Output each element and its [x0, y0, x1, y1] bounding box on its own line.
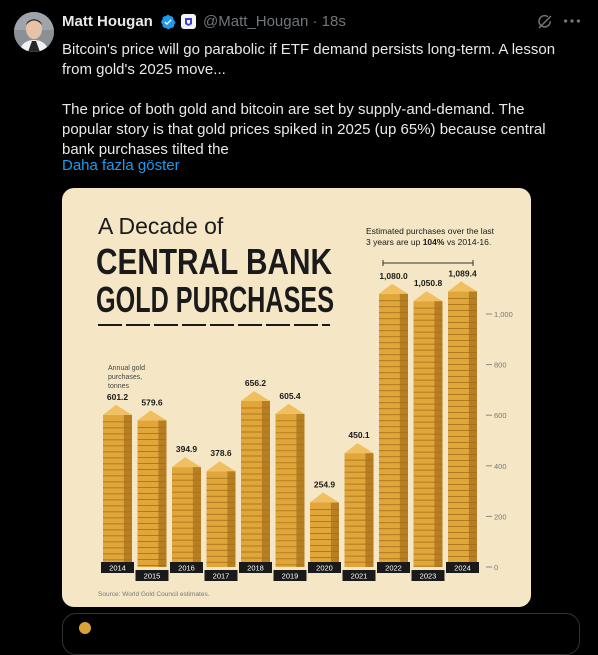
bar-top — [241, 390, 270, 401]
year-label: 2022 — [385, 564, 402, 573]
affiliate-badge-icon[interactable] — [181, 14, 196, 29]
last-three-years-bracket — [382, 260, 474, 266]
bar-2015: 579.6 2015 — [135, 397, 169, 581]
bar-2022: 1,080.0 2022 — [377, 271, 410, 573]
bar-value-label: 378.6 — [210, 448, 232, 458]
bar-top — [310, 492, 339, 503]
year-label: 2016 — [178, 564, 195, 573]
time-separator: · — [312, 13, 318, 30]
note-line1: Estimated purchases over the last — [366, 226, 495, 236]
bar-2017: 378.6 2017 — [204, 448, 238, 581]
bar-2018: 656.2 2018 — [239, 378, 272, 573]
bar-2016: 394.9 2016 — [170, 444, 203, 573]
grok-icon[interactable] — [536, 13, 554, 31]
bar-value-label: 394.9 — [176, 444, 198, 454]
source-note: Source: World Gold Council estimates. — [98, 591, 210, 598]
unit-label-line2: purchases, — [108, 374, 142, 381]
avatar-image — [14, 12, 54, 52]
bar-shade — [468, 291, 477, 567]
unit-label-line3: tonnes — [108, 383, 130, 390]
gold-purchases-chart: A Decade of CENTRAL BANK GOLD PURCHASES … — [96, 213, 513, 598]
author-avatar[interactable] — [14, 12, 54, 52]
author-handle-and-time: @Matt_Hougan · 18s — [203, 13, 346, 30]
quoted-avatar — [79, 622, 91, 634]
bar-shade — [227, 471, 236, 567]
bar-top — [275, 403, 305, 414]
bar-shade — [296, 413, 305, 567]
tweet-text-line: from gold's 2025 move... — [62, 61, 226, 78]
tweet-text-line: The price of both gold and bitcoin are s… — [62, 101, 525, 118]
bar-2021: 450.1 2021 — [342, 430, 376, 581]
bar-top — [448, 281, 477, 292]
bar-value-label: 450.1 — [348, 430, 370, 440]
bar-top — [413, 291, 443, 302]
bar-value-label: 601.2 — [107, 392, 129, 402]
bar-value-label: 254.9 — [314, 480, 336, 490]
unit-label-line1: Annual gold — [108, 365, 145, 372]
year-label: 2014 — [109, 564, 126, 573]
infographic-image[interactable]: A Decade of CENTRAL BANK GOLD PURCHASES … — [62, 188, 531, 607]
tweet-text-line: Bitcoin's price will go parabolic if ETF… — [62, 41, 556, 58]
year-label: 2019 — [282, 572, 299, 581]
infographic-title-line2: CENTRAL BANK — [96, 241, 332, 282]
bar-2020: 254.9 2020 — [308, 480, 341, 573]
tweet-time[interactable]: 18s — [322, 13, 346, 30]
bar-shade — [123, 414, 132, 567]
note-line2: 3 years are up 104% vs 2014-16. — [366, 237, 491, 247]
bar-top — [172, 457, 201, 468]
year-label: 2024 — [454, 564, 471, 573]
y-tick-label: 1,000 — [494, 310, 513, 319]
tweet-text-line: popular story is that gold prices spiked… — [62, 121, 546, 138]
bar-value-label: 1,050.8 — [414, 278, 443, 288]
show-more-link[interactable]: Daha fazla göster — [62, 156, 180, 176]
author-name[interactable]: Matt Hougan — [62, 13, 153, 30]
infographic-title-line1: A Decade of — [98, 213, 224, 239]
bar-2014: 601.2 2014 — [101, 392, 134, 573]
bar-value-label: 605.4 — [279, 391, 301, 401]
bar-top — [137, 410, 167, 421]
bar-top — [379, 283, 408, 294]
more-options-icon[interactable] — [561, 10, 583, 32]
bar-value-label: 1,080.0 — [379, 271, 408, 281]
y-tick-label: 600 — [494, 411, 507, 420]
bar-2024: 1,089.4 2024 — [446, 268, 479, 573]
y-tick-label: 200 — [494, 512, 507, 521]
bar-2023: 1,050.8 2023 — [411, 278, 445, 581]
verified-badge-icon[interactable] — [160, 14, 176, 30]
bar-value-label: 579.6 — [141, 397, 163, 407]
bar-shade — [399, 293, 408, 567]
bar-2019: 605.4 2019 — [273, 391, 307, 581]
bar-top — [206, 461, 236, 472]
bar-value-label: 656.2 — [245, 378, 267, 388]
tweet-text: Bitcoin's price will go parabolic if ETF… — [62, 40, 580, 160]
year-label: 2023 — [420, 572, 437, 581]
year-label: 2017 — [213, 572, 230, 581]
tweet-header: Matt Hougan @Matt_Hougan · 18s — [62, 13, 598, 33]
year-label: 2020 — [316, 564, 333, 573]
y-tick-label: 400 — [494, 462, 507, 471]
y-axis: 0 200 400 600 800 1,000 — [486, 310, 513, 572]
y-tick-label: 800 — [494, 361, 507, 370]
bar-top — [103, 404, 132, 415]
infographic-title-line3: GOLD PURCHASES — [96, 279, 334, 320]
year-label: 2021 — [351, 572, 368, 581]
year-label: 2018 — [247, 564, 264, 573]
y-tick-label: 0 — [494, 563, 498, 572]
year-label: 2015 — [144, 572, 161, 581]
bar-value-label: 1,089.4 — [448, 268, 477, 278]
quoted-tweet-preview[interactable] — [62, 613, 580, 655]
author-handle[interactable]: @Matt_Hougan — [203, 13, 308, 30]
bar-top — [344, 443, 374, 454]
